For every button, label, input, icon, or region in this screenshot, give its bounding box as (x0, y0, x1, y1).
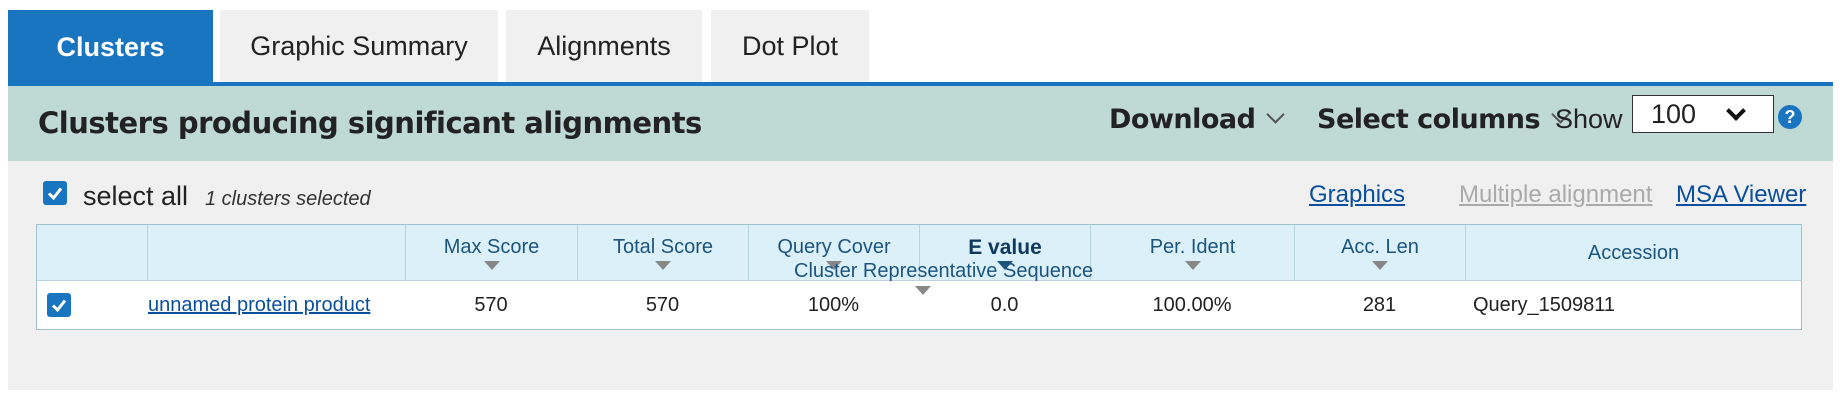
table-row: unnamed protein product 570 570 100% 0.0… (37, 281, 1801, 329)
page-title: Clusters producing significant alignment… (38, 106, 702, 140)
results-panel: select all 1 clusters selected Graphics … (8, 161, 1833, 390)
select-all-checkbox[interactable] (43, 181, 67, 205)
clusters-table: Max Score Total Score Query Cover E valu… (36, 224, 1802, 330)
tab-alignments[interactable]: Alignments (506, 10, 702, 82)
accession-cell: Query_1509811 (1473, 294, 1615, 316)
graphics-link[interactable]: Graphics (1309, 181, 1405, 209)
column-header-select (37, 225, 147, 280)
query-cover-cell: 100% (807, 294, 860, 316)
column-header-max-score[interactable]: Max Score (405, 225, 577, 280)
acc-len-cell: 281 (1362, 294, 1397, 316)
checkmark-icon (47, 187, 63, 201)
select-columns-dropdown[interactable]: Select columns (1317, 104, 1570, 135)
select-all-label[interactable]: select all (83, 181, 188, 212)
column-header-acc-len[interactable]: Acc. Len (1294, 225, 1465, 280)
selected-count: 1 clusters selected (205, 188, 371, 210)
download-dropdown[interactable]: Download (1109, 104, 1286, 135)
total-score-cell: 570 (645, 294, 680, 316)
description-link[interactable]: unnamed protein product (148, 294, 370, 317)
show-count-select[interactable]: 100 (1632, 95, 1774, 133)
column-header-cluster-representative[interactable]: Cluster Representative Sequence (794, 260, 1093, 283)
per-ident-cell: 100.00% (1152, 294, 1232, 316)
help-icon[interactable]: ? (1778, 105, 1802, 129)
results-header: Clusters producing significant alignment… (8, 86, 1833, 161)
select-columns-label: Select columns (1317, 104, 1541, 135)
sort-triangle-icon (655, 261, 671, 270)
column-header-total-score[interactable]: Total Score (577, 225, 748, 280)
checkmark-icon (51, 299, 67, 313)
sort-triangle-icon (483, 261, 500, 270)
tab-clusters[interactable]: Clusters (8, 10, 213, 84)
column-header-per-ident[interactable]: Per. Ident (1090, 225, 1294, 280)
show-count-value: 100 (1651, 98, 1697, 129)
show-label: Show (1555, 104, 1623, 134)
e-value-cell: 0.0 (990, 294, 1019, 316)
max-score-cell: 570 (474, 294, 508, 316)
sort-triangle-icon (1184, 261, 1201, 270)
column-header-description (147, 225, 405, 280)
chevron-down-icon (1266, 105, 1286, 124)
tab-dot-plot[interactable]: Dot Plot (711, 10, 869, 82)
sort-triangle-icon (1372, 261, 1388, 270)
multiple-alignment-link: Multiple alignment (1459, 181, 1653, 208)
tab-graphic-summary[interactable]: Graphic Summary (220, 10, 498, 82)
row-checkbox[interactable] (47, 293, 71, 317)
download-label: Download (1109, 104, 1256, 135)
chevron-down-icon (1726, 101, 1746, 121)
msa-viewer-link[interactable]: MSA Viewer (1676, 181, 1806, 209)
column-header-accession[interactable]: Accession (1465, 225, 1801, 280)
